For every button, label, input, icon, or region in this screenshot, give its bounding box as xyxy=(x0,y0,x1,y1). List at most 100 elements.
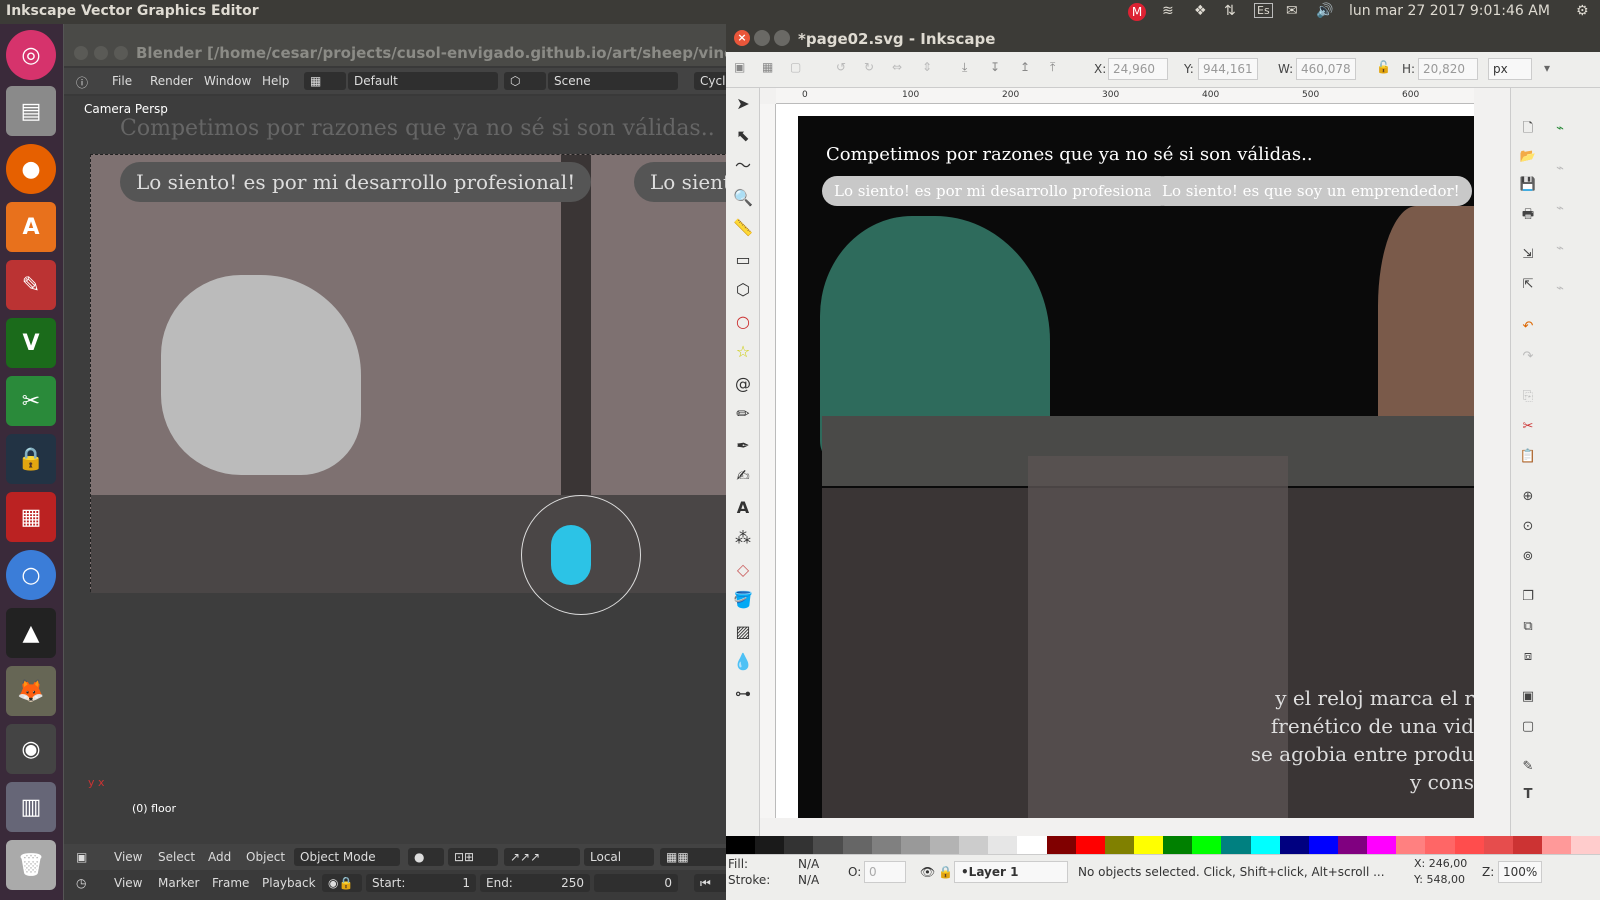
layer-selector[interactable]: •Layer 1 xyxy=(954,861,1068,883)
snap-nodes-icon[interactable]: ⌁ xyxy=(1549,198,1571,220)
color-swatch[interactable] xyxy=(1104,836,1134,854)
deselect-icon[interactable]: ▢ xyxy=(790,60,801,74)
color-swatch[interactable] xyxy=(1163,836,1193,854)
color-swatch[interactable] xyxy=(1046,836,1076,854)
gear-icon[interactable]: ⚙ xyxy=(1576,3,1589,19)
keyboard-layout-indicator[interactable]: Es xyxy=(1254,3,1273,18)
save-icon[interactable]: 💾 xyxy=(1517,174,1539,196)
color-swatch[interactable] xyxy=(1308,836,1338,854)
timeline-menu-view[interactable]: View xyxy=(114,876,142,890)
color-swatch[interactable] xyxy=(1454,836,1484,854)
color-swatch[interactable] xyxy=(1250,836,1280,854)
pencil-tool-icon[interactable]: ✏ xyxy=(731,402,755,426)
maximize-icon[interactable] xyxy=(114,46,128,60)
3d-box-tool-icon[interactable]: ⬡ xyxy=(731,278,755,302)
ubuntu-dash-icon[interactable]: ◎ xyxy=(6,30,56,80)
jump-start-icon[interactable]: ⏮ xyxy=(694,874,730,892)
xsane-icon[interactable]: ✂ xyxy=(6,376,56,426)
color-swatch[interactable] xyxy=(1396,836,1426,854)
volume-icon[interactable]: 🔊 xyxy=(1316,3,1333,19)
undo-icon[interactable]: ↶ xyxy=(1517,316,1539,338)
orientation-selector[interactable]: Local xyxy=(584,848,654,866)
gimp-icon[interactable]: 🦊 xyxy=(6,666,56,716)
trash-icon[interactable]: 🗑 xyxy=(6,840,56,890)
maximize-icon[interactable] xyxy=(774,30,790,46)
raise-icon[interactable]: ↥ xyxy=(1020,60,1030,74)
color-swatch[interactable] xyxy=(726,836,756,854)
spiral-tool-icon[interactable]: @ xyxy=(731,372,755,396)
tweak-tool-icon[interactable]: 〜 xyxy=(731,154,755,178)
copy-icon[interactable]: ⎘ xyxy=(1517,386,1539,408)
blender-3d-viewport[interactable]: Camera Persp Competimos por razones que … xyxy=(64,96,730,844)
inkscape-icon[interactable]: ▲ xyxy=(6,608,56,658)
lock-icon[interactable]: 🔒 xyxy=(6,434,56,484)
start-frame-field[interactable]: Start: 1 xyxy=(366,874,476,892)
stroke-value[interactable]: N/A xyxy=(798,873,819,887)
message-icon[interactable]: ✉ xyxy=(1286,3,1298,19)
new-document-icon[interactable]: 🗋 xyxy=(1517,118,1539,140)
open-icon[interactable]: 📂 xyxy=(1517,146,1539,168)
scene-selector[interactable]: Scene xyxy=(548,72,678,90)
viewport-menu-view[interactable]: View xyxy=(114,850,142,864)
text-tool-icon[interactable]: A xyxy=(731,496,755,520)
clone-icon[interactable]: ⧉ xyxy=(1517,616,1539,638)
menu-render[interactable]: Render xyxy=(150,74,193,88)
color-swatch[interactable] xyxy=(1512,836,1542,854)
color-swatch[interactable] xyxy=(1541,836,1572,854)
select-all-icon[interactable]: ▣ xyxy=(734,60,745,74)
color-swatch[interactable] xyxy=(871,836,901,854)
bucket-tool-icon[interactable]: 🪣 xyxy=(731,588,755,612)
network-transfer-icon[interactable]: ⇅ xyxy=(1224,3,1236,19)
snap-centers-icon[interactable]: ⌁ xyxy=(1549,278,1571,300)
snap-bbox-icon[interactable]: ⌁ xyxy=(1549,158,1571,180)
calligraphy-tool-icon[interactable]: ✍ xyxy=(731,464,755,488)
print-icon[interactable]: 🖶 xyxy=(1517,204,1539,226)
viewport-menu-add[interactable]: Add xyxy=(208,850,231,864)
measure-tool-icon[interactable]: 📏 xyxy=(731,216,755,240)
keying-icon[interactable]: ◉🔒 xyxy=(322,874,362,892)
snap-midpoints-icon[interactable]: ⌁ xyxy=(1549,238,1571,260)
color-swatch[interactable] xyxy=(755,836,785,854)
zoom-tool-icon[interactable]: 🔍 xyxy=(731,186,755,210)
close-icon[interactable] xyxy=(74,46,88,60)
firefox-icon[interactable]: ● xyxy=(6,144,56,194)
mail-indicator-icon[interactable]: M xyxy=(1128,3,1146,21)
color-swatch[interactable] xyxy=(1425,836,1455,854)
pivot-icon[interactable]: ⊡⊞ xyxy=(448,848,498,866)
layout-icon[interactable]: ▦ xyxy=(304,72,346,90)
dropbox-icon[interactable]: ❖ xyxy=(1194,3,1207,19)
color-swatch[interactable] xyxy=(784,836,814,854)
clock[interactable]: lun mar 27 2017 9:01:46 AM xyxy=(1349,3,1550,19)
color-swatch[interactable] xyxy=(1192,836,1222,854)
lower-to-bottom-icon[interactable]: ⤓ xyxy=(962,60,967,75)
vim-icon[interactable]: V xyxy=(6,318,56,368)
current-frame-field[interactable]: 0 xyxy=(594,874,678,892)
info-icon[interactable]: ⓘ xyxy=(76,74,88,91)
timeline-menu-frame[interactable]: Frame xyxy=(212,876,249,890)
color-swatch[interactable] xyxy=(813,836,843,854)
opacity-field[interactable]: 0 xyxy=(864,861,906,883)
rotate-cw-icon[interactable]: ↻ xyxy=(864,60,874,74)
unlink-clone-icon[interactable]: ⧈ xyxy=(1517,646,1539,668)
software-center-icon[interactable]: A xyxy=(6,202,56,252)
duplicate-icon[interactable]: ❐ xyxy=(1517,586,1539,608)
color-palette[interactable] xyxy=(726,836,1600,854)
connector-tool-icon[interactable]: ⊶ xyxy=(731,682,755,706)
layout-selector[interactable]: Default xyxy=(348,72,498,90)
drawing-canvas[interactable]: Competimos por razones que ya no sé si s… xyxy=(776,104,1474,818)
zoom-drawing-icon[interactable]: ⊙ xyxy=(1517,516,1539,538)
text-font-icon[interactable]: T xyxy=(1517,784,1539,806)
timeline-menu-marker[interactable]: Marker xyxy=(158,876,199,890)
export-icon[interactable]: ⇱ xyxy=(1517,274,1539,296)
rotate-ccw-icon[interactable]: ↺ xyxy=(836,60,846,74)
y-field[interactable]: 944,161 xyxy=(1198,58,1258,80)
toggle-lock-icon[interactable]: 🔒 xyxy=(938,865,953,879)
zoom-page-icon[interactable]: ⊚ xyxy=(1517,546,1539,568)
zoom-selection-icon[interactable]: ⊕ xyxy=(1517,486,1539,508)
toggle-visibility-icon[interactable]: 👁 xyxy=(920,865,935,879)
layers-grid[interactable]: ▦▦ xyxy=(660,848,730,866)
shading-selector[interactable]: ● xyxy=(408,848,444,866)
x-field[interactable]: 24,960 xyxy=(1108,58,1168,80)
eraser-tool-icon[interactable]: ◇ xyxy=(731,558,755,582)
render-engine-selector[interactable]: Cycl xyxy=(694,72,730,90)
